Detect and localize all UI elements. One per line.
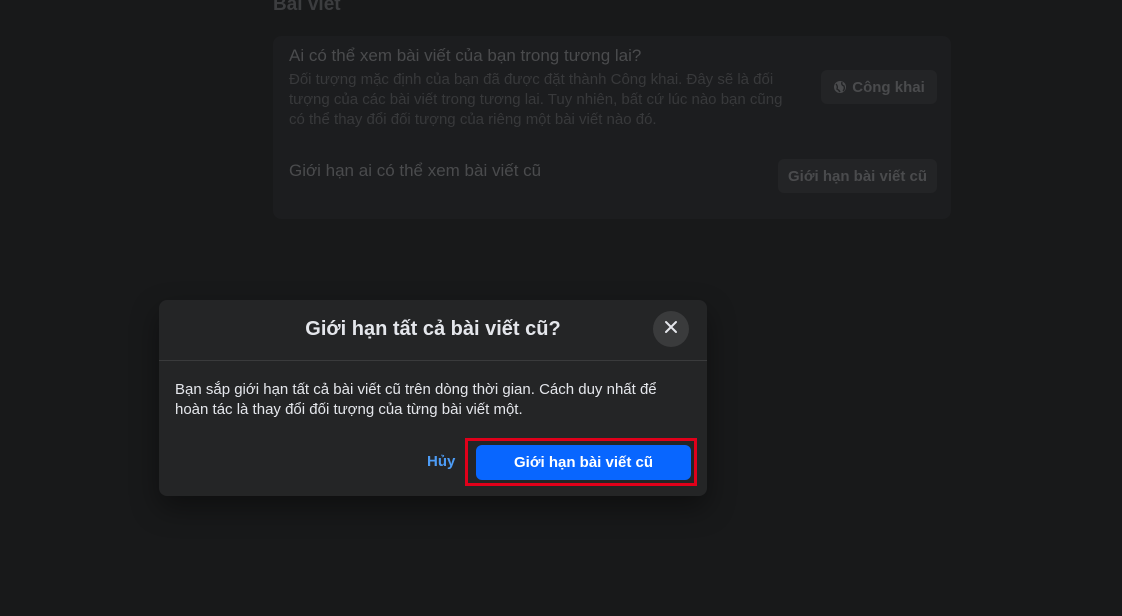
audience-public-button[interactable]: Công khai [821, 70, 937, 104]
section-title: Bài viết [273, 0, 341, 15]
confirm-limit-button[interactable]: Giới hạn bài viết cũ [476, 445, 691, 480]
limit-past-posts-dialog: Giới hạn tất cả bài viết cũ? Bạn sắp giớ… [159, 300, 707, 496]
dialog-message: Bạn sắp giới hạn tất cả bài viết cũ trên… [175, 381, 657, 418]
future-posts-description: Đối tượng mặc định của bạn đã được đặt t… [289, 71, 783, 128]
limit-past-posts-button[interactable]: Giới hạn bài viết cũ [778, 159, 937, 193]
dialog-title: Giới hạn tất cả bài viết cũ? [305, 318, 561, 340]
posts-settings-card: Ai có thể xem bài viết của bạn trong tươ… [273, 36, 951, 219]
limit-past-posts-title: Giới hạn ai có thể xem bài viết cũ [289, 161, 542, 180]
close-icon [664, 320, 678, 339]
cancel-button[interactable]: Hủy [427, 453, 455, 470]
future-posts-title: Ai có thể xem bài viết của bạn trong tươ… [289, 46, 642, 65]
dialog-header: Giới hạn tất cả bài viết cũ? [159, 300, 707, 361]
close-button[interactable] [653, 311, 689, 347]
globe-icon [833, 80, 847, 94]
page: Bài viết Ai có thể xem bài viết của bạn … [0, 0, 1122, 616]
audience-public-label: Công khai [852, 78, 925, 96]
